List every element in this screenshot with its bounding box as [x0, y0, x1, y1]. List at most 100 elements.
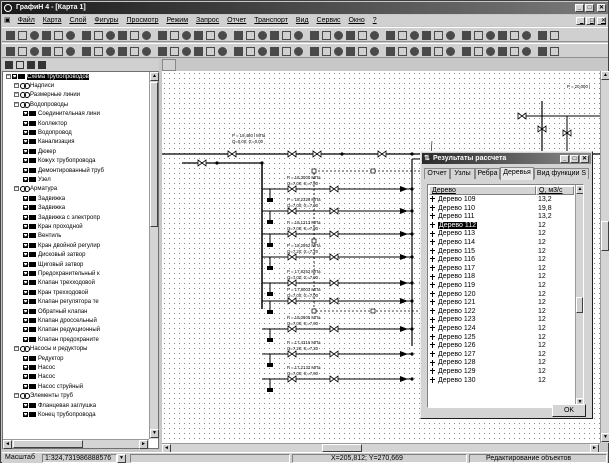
- tree-item[interactable]: Редуктор: [23, 355, 64, 364]
- list-row[interactable]: Дерево 117 12: [429, 265, 574, 274]
- report-icon[interactable]: [398, 47, 407, 56]
- grid-icon[interactable]: [118, 31, 127, 40]
- node-icon[interactable]: [346, 47, 355, 56]
- map-scroll-up-arrow[interactable]: ▲: [601, 71, 609, 80]
- checkbox-icon[interactable]: [23, 205, 28, 211]
- menu-appearance[interactable]: Вид: [293, 15, 312, 26]
- tree-item[interactable]: Дисковый затвор: [23, 251, 85, 260]
- info-icon[interactable]: [18, 47, 27, 56]
- tree-item[interactable]: Кран проходной: [23, 223, 83, 232]
- tree-item[interactable]: Водопровод: [23, 129, 72, 138]
- menu-help[interactable]: ?: [370, 15, 380, 26]
- maximize-button[interactable]: □: [585, 4, 594, 12]
- hand-icon[interactable]: [410, 47, 419, 56]
- paste-icon[interactable]: [282, 31, 291, 40]
- checkbox-icon[interactable]: [23, 214, 28, 220]
- list-row[interactable]: Дерево 129 12: [429, 368, 574, 377]
- tree-item[interactable]: Насос струйный: [23, 383, 83, 392]
- table-icon[interactable]: [522, 47, 531, 56]
- checkbox-icon[interactable]: [23, 167, 28, 173]
- pointer-icon[interactable]: [486, 47, 495, 56]
- visibility-icon[interactable]: [20, 393, 30, 400]
- pump-icon[interactable]: [386, 47, 395, 56]
- tree-group[interactable]: − Арматура: [14, 185, 57, 194]
- list-row[interactable]: Дерево 123 12: [429, 316, 574, 325]
- tree-item[interactable]: Фланцевая заглушка: [23, 402, 96, 411]
- collapse-icon[interactable]: −: [14, 393, 19, 399]
- list-row[interactable]: Дерево 115 12: [429, 248, 574, 257]
- info-icon[interactable]: [422, 47, 431, 56]
- tree-group[interactable]: − Элементы труб: [14, 392, 73, 401]
- valve-icon[interactable]: [370, 47, 379, 56]
- list-row[interactable]: Дерево 126 12: [429, 342, 574, 351]
- list-scroll-thumb[interactable]: [576, 297, 583, 313]
- map-icon[interactable]: [30, 47, 39, 56]
- checkbox-icon[interactable]: [23, 223, 28, 229]
- refresh-icon[interactable]: [66, 47, 75, 56]
- edit-icon[interactable]: [170, 31, 179, 40]
- tab-nodes[interactable]: Узлы: [450, 168, 475, 179]
- pipe-icon[interactable]: [158, 47, 167, 56]
- document-icon[interactable]: ▣: [2, 15, 13, 26]
- tree-item[interactable]: Клапан предохраните: [23, 336, 99, 345]
- tree-item[interactable]: Кран трехходовой: [23, 289, 88, 298]
- list-row[interactable]: Дерево 109 13,2: [429, 196, 574, 205]
- text-icon[interactable]: [510, 47, 519, 56]
- layers-tab-icon[interactable]: [5, 61, 13, 69]
- refresh-icon[interactable]: [474, 47, 483, 56]
- open-icon[interactable]: [218, 31, 227, 40]
- mdi-close-button[interactable]: ✕: [597, 17, 606, 25]
- ok-button[interactable]: OK: [552, 404, 586, 417]
- scroll-down-arrow[interactable]: ▼: [150, 429, 159, 438]
- tree-root[interactable]: − Схема трубопроводов: [6, 73, 89, 82]
- checkbox-icon[interactable]: [23, 336, 28, 342]
- menu-report[interactable]: Отчет: [224, 15, 249, 26]
- collapse-icon[interactable]: −: [14, 82, 19, 88]
- symbol-icon[interactable]: [130, 47, 139, 56]
- list-scrollbar[interactable]: ▲ ▼: [575, 185, 583, 407]
- checkbox-icon[interactable]: [23, 139, 28, 145]
- checkbox-icon[interactable]: [23, 327, 28, 333]
- zoom-icon[interactable]: [334, 31, 343, 40]
- visibility-icon[interactable]: [20, 82, 30, 89]
- layer-icon[interactable]: [310, 31, 319, 40]
- list-row[interactable]: Дерево 111 13,2: [429, 213, 574, 222]
- cut-icon[interactable]: [258, 31, 267, 40]
- menu-map[interactable]: Карта: [40, 15, 65, 26]
- mdi-restore-button[interactable]: □: [586, 17, 595, 25]
- menu-window[interactable]: Окно: [345, 15, 367, 26]
- map-vertical-scrollbar[interactable]: ▲ ▼: [600, 71, 609, 443]
- column-header-flow[interactable]: Q, м3/с: [536, 186, 574, 195]
- tree-item[interactable]: Конец трубопровода: [23, 411, 96, 420]
- scroll-left-arrow[interactable]: ◄: [3, 440, 12, 449]
- map-hscroll-thumb[interactable]: [322, 444, 362, 452]
- valve-icon[interactable]: [170, 47, 179, 56]
- list-row[interactable]: Дерево 124 12: [429, 325, 574, 334]
- collapse-icon[interactable]: −: [6, 73, 11, 79]
- checkbox-icon[interactable]: [23, 261, 28, 267]
- tree-item[interactable]: Дюкер: [23, 148, 56, 157]
- cut-icon[interactable]: [54, 31, 63, 40]
- tree-horizontal-scrollbar[interactable]: ◄ ►: [3, 439, 149, 449]
- zoom-icon[interactable]: [538, 31, 547, 40]
- mdi-minimize-button[interactable]: _: [576, 17, 585, 25]
- checkbox-icon[interactable]: [23, 364, 28, 370]
- scroll-right-arrow[interactable]: ►: [139, 440, 148, 449]
- layer-icon[interactable]: [510, 31, 519, 40]
- checkbox-icon[interactable]: [23, 148, 28, 154]
- new-icon[interactable]: [6, 31, 15, 40]
- checkbox-icon[interactable]: [23, 317, 28, 323]
- line-icon[interactable]: [294, 47, 303, 56]
- checkbox-icon[interactable]: [23, 270, 28, 276]
- line-icon[interactable]: [94, 47, 103, 56]
- hand-icon[interactable]: [206, 47, 215, 56]
- tree-item[interactable]: Узел: [23, 176, 51, 185]
- list-row[interactable]: Дерево 114 12: [429, 239, 574, 248]
- filter-icon[interactable]: [386, 31, 395, 40]
- tree-hscroll-thumb[interactable]: [13, 440, 83, 448]
- print-icon[interactable]: [246, 31, 255, 40]
- map-tab[interactable]: [162, 59, 176, 71]
- list-row[interactable]: Дерево 121 12: [429, 299, 574, 308]
- tree-item[interactable]: Насос: [23, 364, 55, 373]
- list-row[interactable]: Дерево 130 12: [429, 377, 574, 386]
